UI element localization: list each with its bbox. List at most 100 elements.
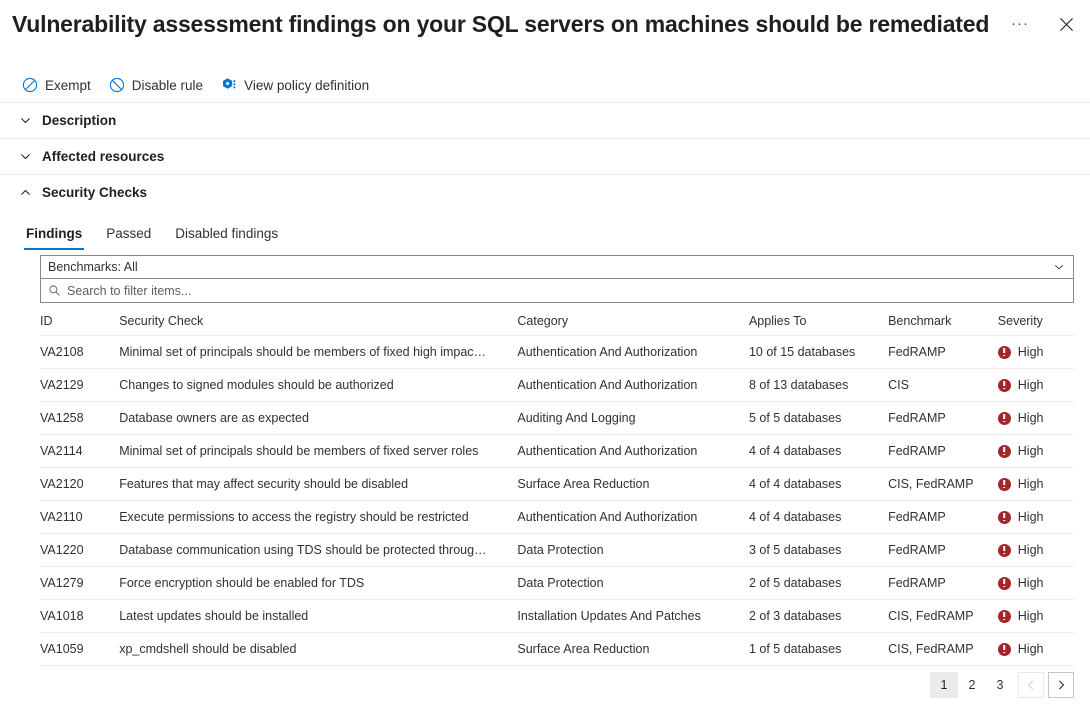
disable-rule-icon — [109, 77, 125, 93]
disable-rule-button[interactable]: Disable rule — [103, 73, 211, 97]
more-options-button[interactable]: ··· — [1006, 10, 1034, 38]
cell-benchmark: CIS — [888, 369, 998, 402]
severity-label: High — [1018, 477, 1044, 491]
cell-security-check: Minimal set of principals should be memb… — [119, 336, 517, 369]
severity-high-icon — [998, 379, 1011, 392]
search-icon — [48, 284, 61, 297]
table-row[interactable]: VA1279Force encryption should be enabled… — [40, 567, 1074, 600]
table-row[interactable]: VA1059xp_cmdshell should be disabledSurf… — [40, 633, 1074, 666]
cell-applies-to: 8 of 13 databases — [749, 369, 888, 402]
severity-badge: High — [998, 633, 1064, 665]
severity-high-icon — [998, 511, 1011, 524]
tab-disabled-findings[interactable]: Disabled findings — [173, 226, 280, 250]
page-button-2[interactable]: 2 — [958, 672, 986, 698]
cell-id: VA2129 — [40, 369, 119, 402]
cell-id: VA1059 — [40, 633, 119, 666]
table-body: VA2108Minimal set of principals should b… — [40, 336, 1074, 666]
cell-id: VA1258 — [40, 402, 119, 435]
cell-benchmark: CIS, FedRAMP — [888, 633, 998, 666]
cell-security-check: Changes to signed modules should be auth… — [119, 369, 517, 402]
section-description[interactable]: Description — [0, 102, 1090, 138]
section-security-checks-label: Security Checks — [42, 185, 147, 200]
column-header-category[interactable]: Category — [517, 309, 749, 336]
severity-label: High — [1018, 576, 1044, 590]
cell-id: VA1220 — [40, 534, 119, 567]
cell-security-check: Database owners are as expected — [119, 402, 517, 435]
previous-page-button[interactable] — [1018, 672, 1044, 698]
cell-category: Installation Updates And Patches — [517, 600, 749, 633]
section-affected-resources-label: Affected resources — [42, 149, 164, 164]
table-row[interactable]: VA2110Execute permissions to access the … — [40, 501, 1074, 534]
table-row[interactable]: VA2114Minimal set of principals should b… — [40, 435, 1074, 468]
section-security-checks[interactable]: Security Checks — [0, 174, 1090, 210]
view-policy-definition-label: View policy definition — [244, 78, 369, 93]
severity-high-icon — [998, 577, 1011, 590]
cell-severity: High — [998, 369, 1074, 402]
view-policy-definition-button[interactable]: View policy definition — [215, 73, 377, 97]
next-page-button[interactable] — [1048, 672, 1074, 698]
cell-severity: High — [998, 633, 1074, 666]
benchmarks-select-value: Benchmarks: All — [48, 260, 138, 274]
table-row[interactable]: VA2120Features that may affect security … — [40, 468, 1074, 501]
table-header-row: ID Security Check Category Applies To Be… — [40, 309, 1074, 336]
close-icon — [1059, 17, 1074, 32]
exempt-button[interactable]: Exempt — [16, 73, 99, 97]
cell-id: VA2114 — [40, 435, 119, 468]
chevron-down-icon — [18, 150, 32, 164]
table-row[interactable]: VA1220Database communication using TDS s… — [40, 534, 1074, 567]
tab-findings[interactable]: Findings — [24, 226, 84, 250]
cell-id: VA2108 — [40, 336, 119, 369]
page-button-3[interactable]: 3 — [986, 672, 1014, 698]
cell-category: Surface Area Reduction — [517, 468, 749, 501]
severity-label: High — [1018, 444, 1044, 458]
table-row[interactable]: VA1258Database owners are as expectedAud… — [40, 402, 1074, 435]
cell-severity: High — [998, 567, 1074, 600]
severity-badge: High — [998, 600, 1064, 632]
cell-category: Authentication And Authorization — [517, 369, 749, 402]
severity-label: High — [1018, 411, 1044, 425]
column-header-benchmark[interactable]: Benchmark — [888, 309, 998, 336]
severity-label: High — [1018, 510, 1044, 524]
column-header-severity[interactable]: Severity — [998, 309, 1074, 336]
cell-applies-to: 10 of 15 databases — [749, 336, 888, 369]
cell-category: Authentication And Authorization — [517, 501, 749, 534]
tab-passed[interactable]: Passed — [104, 226, 153, 250]
table-row[interactable]: VA2108Minimal set of principals should b… — [40, 336, 1074, 369]
findings-table: ID Security Check Category Applies To Be… — [40, 309, 1074, 666]
search-input[interactable] — [67, 284, 1065, 298]
cell-severity: High — [998, 501, 1074, 534]
filters: Benchmarks: All — [0, 250, 1090, 303]
chevron-left-icon — [1025, 679, 1037, 691]
cell-security-check: Database communication using TDS should … — [119, 534, 517, 567]
severity-high-icon — [998, 346, 1011, 359]
search-filter-box[interactable] — [40, 279, 1074, 303]
table-row[interactable]: VA2129Changes to signed modules should b… — [40, 369, 1074, 402]
severity-label: High — [1018, 642, 1044, 656]
severity-badge: High — [998, 468, 1064, 500]
close-button[interactable] — [1052, 10, 1080, 38]
cell-severity: High — [998, 534, 1074, 567]
cell-security-check: Force encryption should be enabled for T… — [119, 567, 517, 600]
cell-benchmark: FedRAMP — [888, 336, 998, 369]
benchmarks-select[interactable]: Benchmarks: All — [40, 255, 1074, 279]
severity-badge: High — [998, 402, 1064, 434]
severity-high-icon — [998, 544, 1011, 557]
cell-id: VA1279 — [40, 567, 119, 600]
table-row[interactable]: VA1018Latest updates should be installed… — [40, 600, 1074, 633]
page-button-1[interactable]: 1 — [930, 672, 958, 698]
column-header-applies-to[interactable]: Applies To — [749, 309, 888, 336]
ellipsis-icon: ··· — [1011, 21, 1029, 27]
page-title: Vulnerability assessment findings on you… — [12, 8, 1090, 40]
column-header-security-check[interactable]: Security Check — [119, 309, 517, 336]
severity-high-icon — [998, 643, 1011, 656]
severity-badge: High — [998, 435, 1064, 467]
blade-header: Vulnerability assessment findings on you… — [0, 0, 1090, 52]
cell-severity: High — [998, 402, 1074, 435]
exempt-label: Exempt — [45, 78, 91, 93]
column-header-id[interactable]: ID — [40, 309, 119, 336]
section-affected-resources[interactable]: Affected resources — [0, 138, 1090, 174]
exempt-icon — [22, 77, 38, 93]
cell-benchmark: CIS, FedRAMP — [888, 468, 998, 501]
findings-table-container: ID Security Check Category Applies To Be… — [0, 303, 1090, 666]
severity-high-icon — [998, 412, 1011, 425]
